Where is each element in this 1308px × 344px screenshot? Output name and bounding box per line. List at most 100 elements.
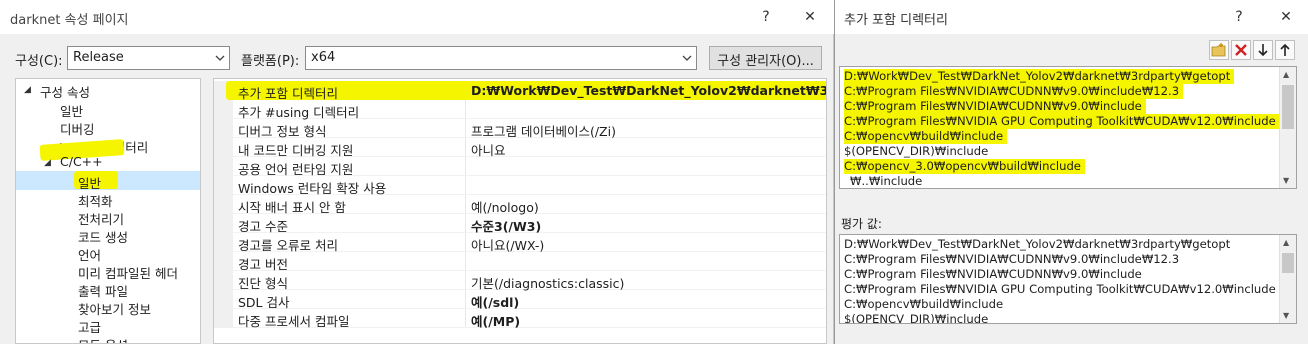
tree-item-preprocessor[interactable]: 전처리기: [78, 209, 124, 228]
tree-item-cc-general[interactable]: 일반: [78, 173, 101, 192]
tree-item-cc[interactable]: C/C++: [60, 154, 103, 169]
include-list[interactable]: D:₩Work₩Dev_Test₩DarkNet_Yolov2₩darknet₩…: [839, 66, 1297, 189]
list-item: D:₩Work₩Dev_Test₩DarkNet_Yolov2₩darknet₩…: [844, 237, 1231, 251]
help-button[interactable]: ?: [755, 7, 777, 27]
row-gutter: [214, 119, 233, 138]
scroll-up-icon[interactable]: ▲: [1283, 238, 1289, 247]
property-row[interactable]: 경고 버전: [214, 252, 826, 272]
property-row[interactable]: 경고 수준 수준3(/W3): [214, 214, 826, 234]
move-up-icon[interactable]: [1275, 40, 1295, 60]
property-pages-dialog: darknet 속성 페이지 ? ✕ 구성(C): Release 플랫폼(P)…: [0, 0, 834, 344]
column-divider: [465, 138, 466, 157]
dialog-title: darknet 속성 페이지: [10, 13, 129, 28]
column-divider: [465, 157, 466, 176]
delete-icon[interactable]: [1231, 40, 1251, 60]
column-divider: [465, 214, 466, 233]
tree-item-general[interactable]: 일반: [60, 101, 83, 120]
chevron-down-icon: [682, 55, 692, 61]
title-bar: 추가 포함 디렉터리 ? ✕: [835, 0, 1308, 34]
expand-arrow-icon[interactable]: ◢: [24, 85, 31, 95]
scrollbar[interactable]: ▲ ▼: [1279, 67, 1296, 188]
column-divider: [465, 119, 466, 138]
property-value[interactable]: D:₩Work₩Dev_Test₩DarkNet_Yolov2₩darknet₩…: [471, 83, 826, 98]
property-value[interactable]: 예(/MP): [471, 311, 520, 330]
column-divider: [465, 100, 466, 119]
list-item[interactable]: D:₩Work₩Dev_Test₩DarkNet_Yolov2₩darknet₩…: [844, 69, 1235, 84]
column-divider: [465, 252, 466, 271]
chevron-down-icon: [215, 55, 225, 61]
property-row[interactable]: 경고를 오류로 처리 아니요(/WX-): [214, 233, 826, 253]
row-gutter: [214, 271, 233, 290]
column-divider: [465, 176, 466, 195]
list-item: C:₩Program Files₩NVIDIA₩CUDNN₩v9.0₩inclu…: [844, 252, 1180, 266]
include-directories-dialog: 추가 포함 디렉터리 ? ✕ D:₩Work₩Dev_Test₩DarkNet_…: [834, 0, 1308, 344]
tree-item-optimization[interactable]: 최적화: [78, 191, 113, 210]
column-divider: [465, 290, 466, 309]
config-manager-button[interactable]: 구성 관리자(O)...: [709, 46, 822, 70]
property-grid[interactable]: 추가 포함 디렉터리 D:₩Work₩Dev_Test₩DarkNet_Yolo…: [213, 78, 827, 344]
platform-label: 플랫폼(P):: [241, 54, 300, 69]
row-gutter: [214, 100, 233, 119]
row-gutter: [214, 233, 233, 252]
category-tree[interactable]: ◢ 구성 속성 일반 디버깅 VC++ 디렉터리 ◢ C/C++ 일반 최적화 …: [15, 78, 201, 344]
row-gutter: [214, 290, 233, 309]
row-gutter: [214, 309, 233, 328]
column-divider: [465, 233, 466, 252]
tree-item-code-generation[interactable]: 코드 생성: [78, 227, 128, 246]
tree-root[interactable]: 구성 속성: [40, 82, 90, 101]
scroll-thumb[interactable]: [1282, 253, 1294, 273]
property-row[interactable]: 진단 형식 기본(/diagnostics:classic): [214, 271, 826, 291]
property-row[interactable]: 다중 프로세서 컴파일 예(/MP): [214, 309, 826, 330]
tree-item-advanced[interactable]: 고급: [78, 317, 101, 336]
list-item[interactable]: C:₩Program Files₩NVIDIA₩CUDNN₩v9.0₩inclu…: [844, 84, 1184, 99]
tree-item-all-options[interactable]: 모든 옵션: [78, 335, 128, 343]
property-row[interactable]: 내 코드만 디버깅 지원 아니요: [214, 138, 826, 158]
tree-item-debugging[interactable]: 디버깅: [60, 119, 95, 138]
row-gutter: [214, 157, 233, 176]
list-item[interactable]: C:₩Program Files₩NVIDIA₩CUDNN₩v9.0₩inclu…: [844, 99, 1146, 114]
platform-value: x64: [311, 50, 336, 65]
tree-item-output-files[interactable]: 출력 파일: [78, 281, 128, 300]
config-label: 구성(C):: [15, 54, 63, 69]
property-row[interactable]: SDL 검사 예(/sdl): [214, 290, 826, 310]
property-row[interactable]: 시작 배너 표시 안 함 예(/nologo): [214, 195, 826, 215]
tree-item-browse-info[interactable]: 찾아보기 정보: [78, 299, 151, 318]
scroll-down-icon[interactable]: ▼: [1283, 311, 1289, 320]
tree-item-precompiled-headers[interactable]: 미리 컴파일된 헤더: [78, 263, 178, 282]
property-name: 다중 프로세서 컴파일: [238, 314, 350, 329]
list-item[interactable]: $(OPENCV_DIR)₩include: [844, 144, 992, 159]
evaluated-value-list[interactable]: D:₩Work₩Dev_Test₩DarkNet_Yolov2₩darknet₩…: [839, 234, 1297, 324]
new-folder-icon[interactable]: [1209, 40, 1229, 60]
scrollbar[interactable]: ▲ ▼: [1279, 235, 1296, 323]
scroll-up-icon[interactable]: ▲: [1283, 70, 1289, 79]
scroll-down-icon[interactable]: ▼: [1283, 176, 1289, 185]
list-item: C:₩opencv₩build₩include: [844, 297, 1004, 311]
expand-arrow-icon[interactable]: ◢: [44, 158, 51, 168]
list-item[interactable]: C:₩opencv_3.0₩opencv₩build₩include: [844, 159, 1085, 174]
row-gutter: [214, 138, 233, 157]
list-item: $(OPENCV_DIR)₩include: [844, 312, 989, 324]
close-button[interactable]: ✕: [1275, 7, 1297, 27]
evaluated-value-label: 평가 값:: [841, 217, 882, 231]
row-gutter: [214, 195, 233, 214]
scroll-thumb[interactable]: [1282, 85, 1294, 129]
tree-item-language[interactable]: 언어: [78, 245, 101, 264]
column-divider: [465, 309, 466, 328]
close-button[interactable]: ✕: [799, 7, 821, 27]
property-row[interactable]: Windows 런타임 확장 사용: [214, 176, 826, 196]
property-row[interactable]: 추가 #using 디렉터리: [214, 100, 826, 120]
dialog-title: 추가 포함 디렉터리: [844, 13, 948, 28]
platform-combo[interactable]: x64: [305, 46, 697, 70]
config-value: Release: [73, 50, 124, 65]
title-bar: darknet 속성 페이지 ? ✕: [0, 0, 834, 34]
row-gutter: [214, 252, 233, 271]
move-down-icon[interactable]: [1253, 40, 1273, 60]
config-combo[interactable]: Release: [67, 46, 230, 70]
list-item[interactable]: C:₩Program Files₩NVIDIA GPU Computing To…: [844, 114, 1280, 129]
property-row[interactable]: 추가 포함 디렉터리 D:₩Work₩Dev_Test₩DarkNet_Yolo…: [214, 81, 826, 101]
list-item[interactable]: ₩..₩include: [850, 174, 926, 188]
list-item[interactable]: C:₩opencv₩build₩include: [844, 129, 1008, 144]
property-row[interactable]: 공용 언어 런타임 지원: [214, 157, 826, 177]
property-row[interactable]: 디버그 정보 형식 프로그램 데이터베이스(/Zi): [214, 119, 826, 139]
help-button[interactable]: ?: [1228, 7, 1250, 27]
